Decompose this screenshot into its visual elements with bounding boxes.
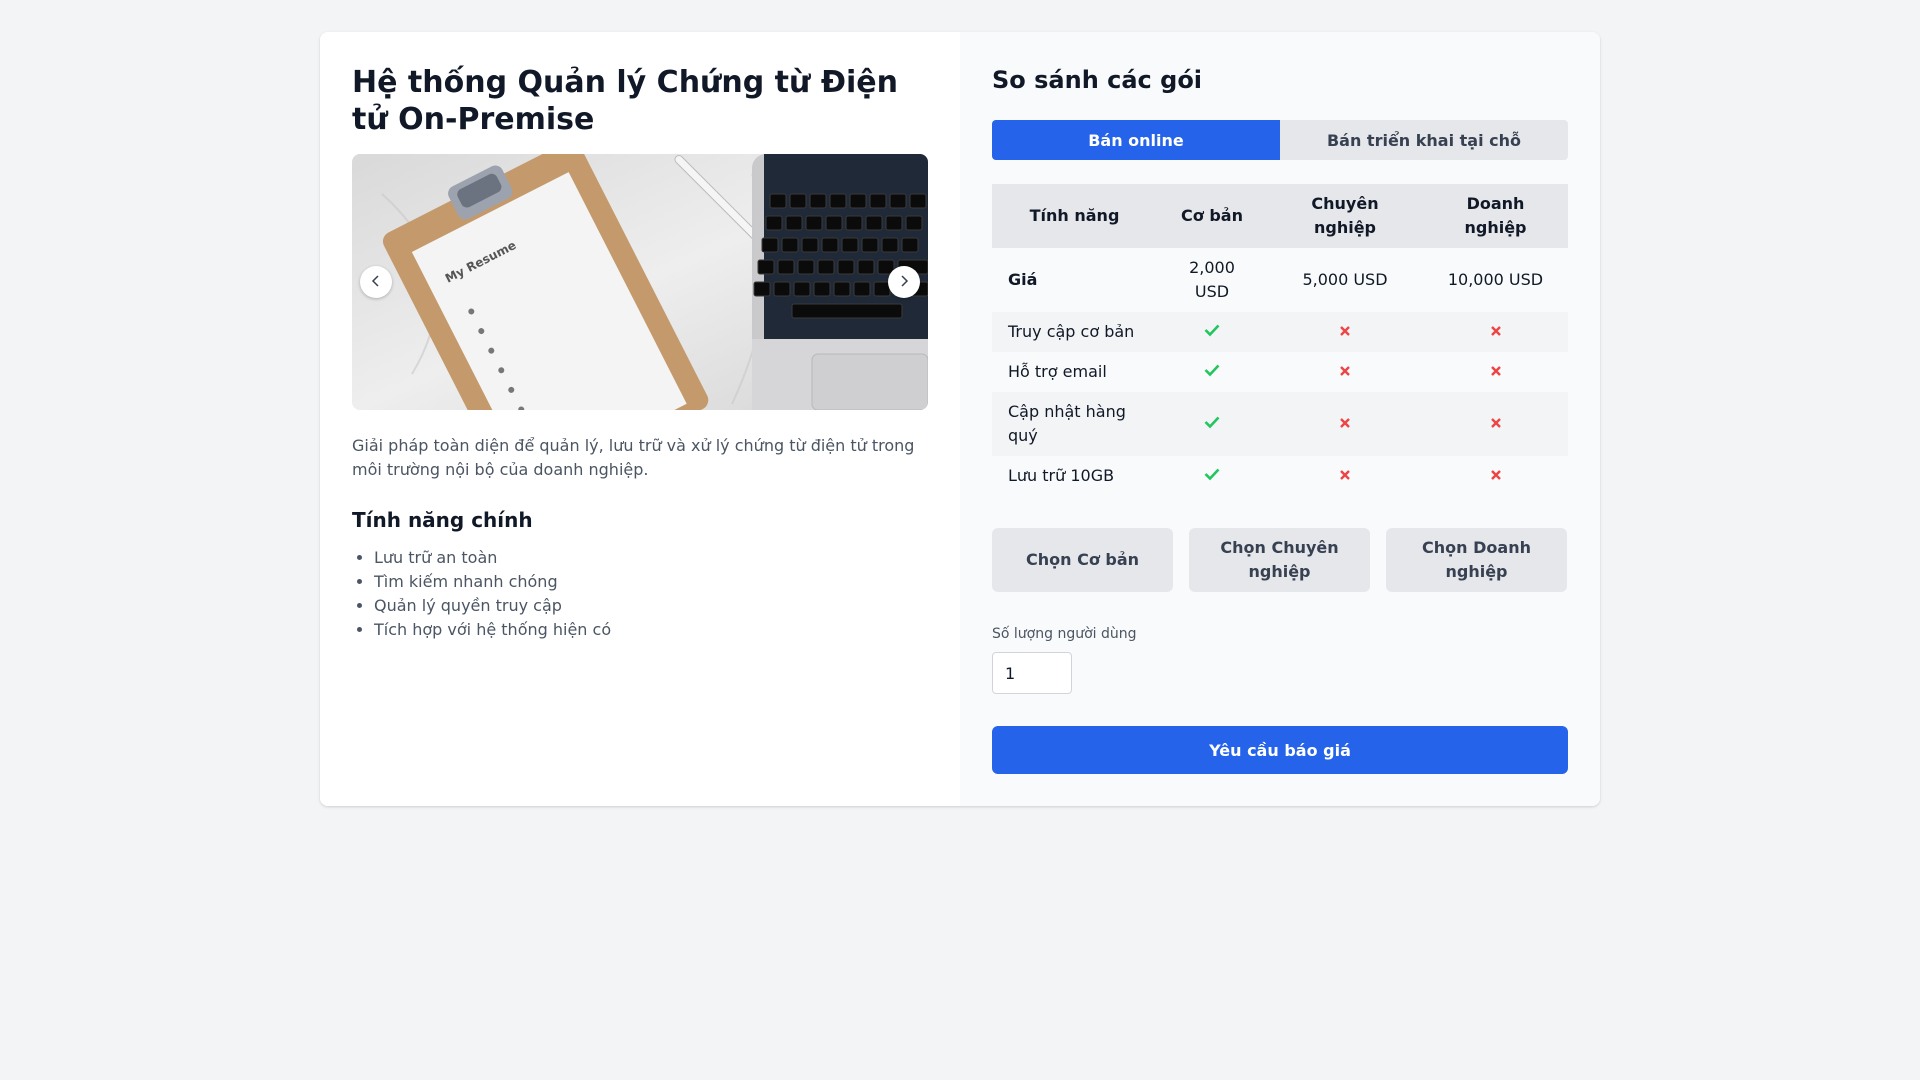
product-info-panel: Hệ thống Quản lý Chứng từ Điện tử On-Pre… [320, 32, 960, 806]
image-carousel: My Resume [352, 154, 928, 410]
plan-comparison-table: Tính năng Cơ bản Chuyên nghiệp Doanh ngh… [992, 184, 1568, 496]
plans-panel: So sánh các gói Bán online Bán triển kha… [960, 32, 1600, 806]
row-label: Cập nhật hàng quý [992, 392, 1157, 456]
cross-icon [1339, 362, 1351, 381]
check-icon [1204, 362, 1220, 381]
table-row: Truy cập cơ bản [992, 312, 1568, 352]
header-enterprise: Doanh nghiệp [1423, 184, 1568, 248]
header-feature: Tính năng [992, 184, 1157, 248]
cross-icon [1339, 322, 1351, 341]
feature-item: Lưu trữ an toàn [374, 546, 928, 570]
chevron-right-icon [897, 274, 911, 291]
cross-icon [1490, 362, 1502, 381]
select-basic-button[interactable]: Chọn Cơ bản [992, 528, 1173, 592]
cross-icon [1490, 414, 1502, 433]
price-professional: 5,000 USD [1267, 248, 1423, 312]
feature-item: Tích hợp với hệ thống hiện có [374, 618, 928, 642]
table-row: Cập nhật hàng quý [992, 392, 1568, 456]
carousel-next-button[interactable] [888, 266, 920, 298]
check-icon [1204, 322, 1220, 341]
carousel-image: My Resume [352, 154, 928, 410]
row-label: Hỗ trợ email [992, 352, 1157, 392]
row-label: Truy cập cơ bản [992, 312, 1157, 352]
chevron-left-icon [369, 274, 383, 291]
tab-online[interactable]: Bán online [992, 120, 1280, 160]
product-description: Giải pháp toàn diện để quản lý, lưu trữ … [352, 436, 915, 479]
features-list: Lưu trữ an toàn Tìm kiếm nhanh chóng Quả… [352, 546, 928, 642]
carousel-prev-button[interactable] [360, 266, 392, 298]
features-heading: Tính năng chính [352, 508, 533, 532]
feature-item: Quản lý quyền truy cập [374, 594, 928, 618]
product-card: Hệ thống Quản lý Chứng từ Điện tử On-Pre… [320, 32, 1600, 806]
select-enterprise-button[interactable]: Chọn Doanh nghiệp [1386, 528, 1567, 592]
plans-title: So sánh các gói [992, 66, 1203, 94]
cross-icon [1490, 466, 1502, 485]
tab-on-site[interactable]: Bán triển khai tại chỗ [1280, 120, 1568, 160]
sales-mode-tabs: Bán online Bán triển khai tại chỗ [992, 120, 1568, 160]
plan-buttons: Chọn Cơ bản Chọn Chuyên nghiệp Chọn Doan… [992, 528, 1568, 592]
header-professional: Chuyên nghiệp [1267, 184, 1423, 248]
cross-icon [1339, 414, 1351, 433]
row-label: Lưu trữ 10GB [992, 456, 1157, 496]
price-row: Giá 2,000 USD 5,000 USD 10,000 USD [992, 248, 1568, 312]
users-count-label: Số lượng người dùng [992, 626, 1137, 642]
select-professional-button[interactable]: Chọn Chuyên nghiệp [1189, 528, 1370, 592]
request-quote-button[interactable]: Yêu cầu báo giá [992, 726, 1568, 774]
check-icon [1204, 466, 1220, 485]
price-label: Giá [992, 248, 1157, 312]
table-header-row: Tính năng Cơ bản Chuyên nghiệp Doanh ngh… [992, 184, 1568, 248]
table-row: Hỗ trợ email [992, 352, 1568, 392]
price-basic: 2,000 USD [1157, 248, 1267, 312]
table-row: Lưu trữ 10GB [992, 456, 1568, 496]
users-count-input[interactable] [992, 652, 1072, 694]
check-icon [1204, 414, 1220, 433]
cross-icon [1490, 322, 1502, 341]
feature-item: Tìm kiếm nhanh chóng [374, 570, 928, 594]
price-enterprise: 10,000 USD [1423, 248, 1568, 312]
header-basic: Cơ bản [1157, 184, 1267, 248]
product-title: Hệ thống Quản lý Chứng từ Điện tử On-Pre… [352, 65, 898, 137]
cross-icon [1339, 466, 1351, 485]
